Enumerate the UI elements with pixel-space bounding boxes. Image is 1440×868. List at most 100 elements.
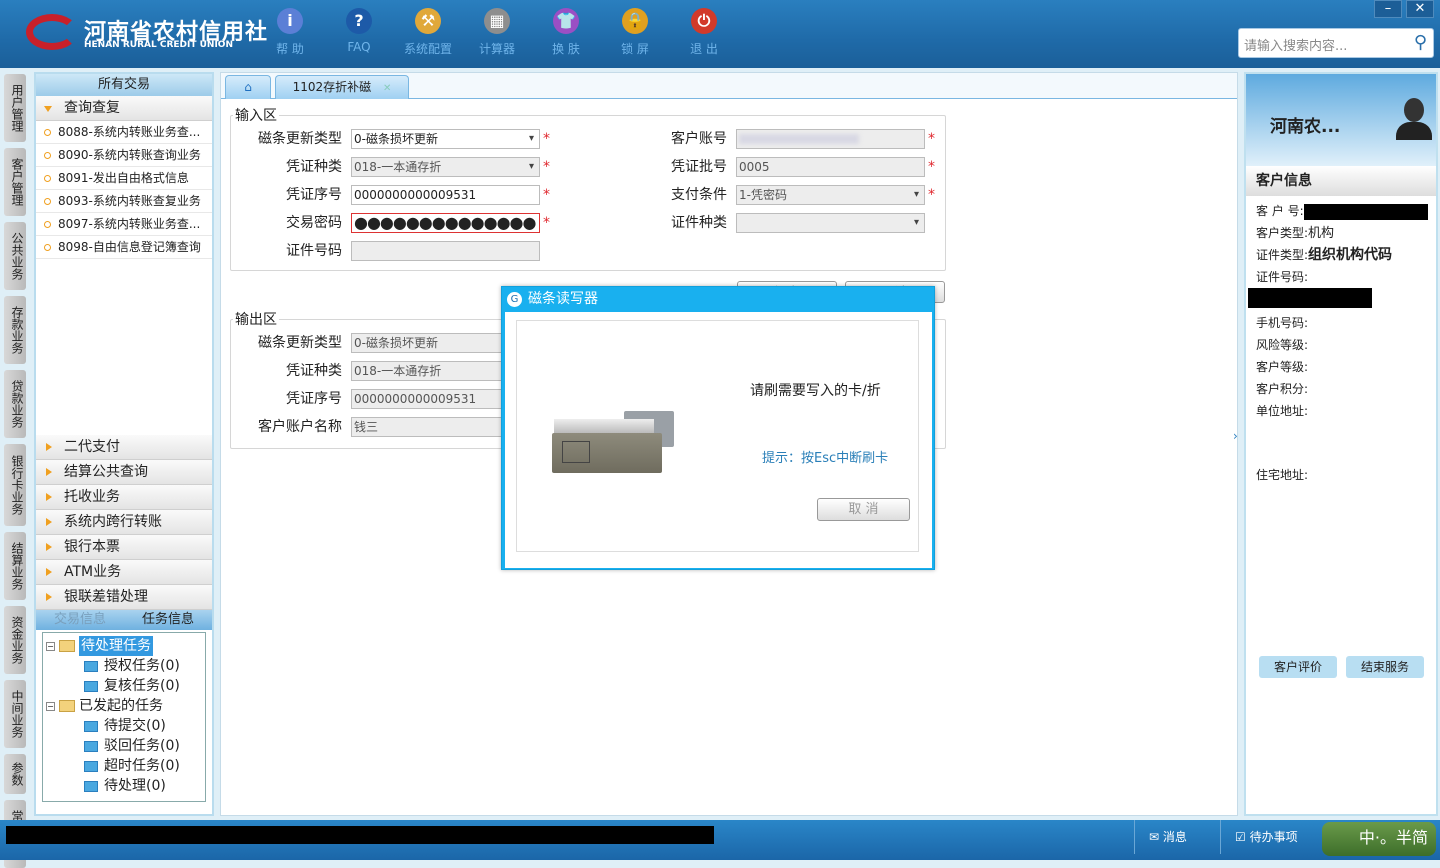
folder-icon: [59, 640, 75, 652]
end-service-button[interactable]: 结束服务: [1346, 656, 1424, 678]
vtab-8[interactable]: 中间业务: [4, 680, 26, 748]
customer-evaluation-button[interactable]: 客户评价: [1259, 656, 1337, 678]
menu-group[interactable]: 银行本票: [36, 535, 212, 560]
messages-button[interactable]: ✉ 消息: [1134, 820, 1224, 854]
tab-1102[interactable]: 1102存折补磁 ✕: [275, 75, 409, 99]
tree-node[interactable]: 复核任务(0): [46, 676, 202, 696]
tree-node[interactable]: 待处理(0): [46, 776, 202, 796]
tree-node[interactable]: 待提交(0): [46, 716, 202, 736]
tree-node[interactable]: − 已发起的任务: [46, 696, 202, 716]
customer-name: 河南农...: [1270, 117, 1341, 137]
toolbar-button-6[interactable]: ⏻ 退 出: [674, 8, 734, 57]
search-icon[interactable]: ⚲: [1414, 32, 1427, 53]
dialog-title: 磁条读写器: [528, 291, 598, 307]
customer-field-label: 客户等级:: [1256, 360, 1309, 374]
status-bar: ✉ 消息 ☑ 待办事项 中·。半简: [0, 820, 1440, 860]
todo-label: 待办事项: [1249, 830, 1298, 844]
menu-item[interactable]: 8097-系统内转账业务查...: [36, 213, 212, 236]
folder-icon: [84, 760, 98, 772]
field-label: 证件种类: [671, 215, 727, 231]
tree-node[interactable]: − 待处理任务: [46, 636, 202, 656]
vtab-1[interactable]: 客户管理: [4, 148, 26, 216]
close-button[interactable]: ✕: [1406, 0, 1434, 18]
tree-node-label: 待处理任务: [79, 636, 153, 656]
avatar-icon: [1396, 98, 1432, 140]
menu-group[interactable]: 托收业务: [36, 485, 212, 510]
tab-label: 1102存折补磁: [292, 80, 372, 94]
tree-node-label: 待提交(0): [104, 718, 166, 734]
folder-icon: [84, 780, 98, 792]
vtab-9[interactable]: 参数: [4, 754, 26, 794]
toolbar-button-1[interactable]: ? FAQ: [329, 8, 389, 54]
blurred-account-number: [739, 134, 859, 144]
toolbar-button-3[interactable]: ▦ 计算器: [467, 8, 527, 57]
toolbar-button-2[interactable]: ⚒ 系统配置: [398, 8, 458, 57]
tree-node-label: 已发起的任务: [79, 698, 163, 714]
required-marker: *: [543, 131, 550, 147]
redacted-status-text: [6, 826, 714, 844]
vtab-4[interactable]: 贷款业务: [4, 370, 26, 438]
field-input[interactable]: ●●●●●●●●●●●●●●: [351, 213, 540, 233]
tree-node[interactable]: 超时任务(0): [46, 756, 202, 776]
folder-icon: [84, 660, 98, 672]
vtab-6[interactable]: 结算业务: [4, 532, 26, 600]
folder-icon: [84, 680, 98, 692]
field-label: 凭证序号: [286, 391, 342, 407]
customer-field: 客户等级:: [1246, 356, 1436, 378]
toolbar-button-5[interactable]: 🔒 锁 屏: [605, 8, 665, 57]
field-label: 支付条件: [671, 187, 727, 203]
customer-field-label: 证件号码:: [1256, 270, 1309, 284]
menu-group-query[interactable]: 查询查复: [36, 96, 212, 121]
toolbar-button-4[interactable]: 👕 换 肤: [536, 8, 596, 57]
menu-item[interactable]: 8088-系统内转账业务查...: [36, 121, 212, 144]
field-input[interactable]: [736, 213, 925, 233]
vtab-0[interactable]: 用户管理: [4, 74, 26, 142]
field-input[interactable]: 1-凭密码: [736, 185, 925, 205]
menu-item[interactable]: 8091-发出自由格式信息: [36, 167, 212, 190]
tab-task-info[interactable]: 任务信息: [124, 610, 212, 630]
dialog-hint: 提示：按Esc中断刷卡: [762, 451, 889, 466]
vtab-2[interactable]: 公共业务: [4, 222, 26, 290]
field-label: 客户账号: [671, 131, 727, 147]
vtab-3[interactable]: 存款业务: [4, 296, 26, 364]
field-input[interactable]: [351, 241, 540, 261]
customer-field-value: 组织机构代码: [1308, 247, 1393, 263]
close-tab-icon[interactable]: ✕: [383, 83, 391, 94]
menu-item[interactable]: 8090-系统内转账查询业务: [36, 144, 212, 167]
customer-field: 客户积分:: [1246, 378, 1436, 400]
toolbar-label: 退 出: [690, 42, 718, 56]
menu-item[interactable]: 8098-自由信息登记簿查询: [36, 236, 212, 259]
customer-field-label: 证件类型:: [1256, 248, 1309, 262]
field-input[interactable]: 0000000000009531: [351, 185, 540, 205]
field-label: 客户账户名称: [258, 419, 342, 435]
tree-node[interactable]: 驳回任务(0): [46, 736, 202, 756]
menu-group[interactable]: 银联差错处理: [36, 585, 212, 610]
field-input[interactable]: 0-磁条损坏更新: [351, 129, 540, 149]
menu-group[interactable]: 二代支付: [36, 435, 212, 460]
app-icon: G: [507, 292, 522, 307]
ime-indicator[interactable]: 中·。半简: [1322, 822, 1436, 856]
logo-subtitle: HENAN RURAL CREDIT UNION: [84, 40, 233, 50]
toolbar-button-0[interactable]: i 帮 助: [260, 8, 320, 57]
minimize-button[interactable]: –: [1374, 0, 1402, 18]
dialog-cancel-button[interactable]: 取 消: [817, 498, 910, 521]
collapse-right-panel-icon[interactable]: ›: [1233, 429, 1238, 443]
menu-group[interactable]: 结算公共查询: [36, 460, 212, 485]
expand-icon[interactable]: −: [46, 641, 55, 651]
tab-home[interactable]: ⌂: [225, 75, 271, 99]
field-input[interactable]: 018-一本通存折: [351, 157, 540, 177]
menu-item[interactable]: 8093-系统内转账查复业务: [36, 190, 212, 213]
menu-group[interactable]: ATM业务: [36, 560, 212, 585]
field-input[interactable]: [736, 129, 925, 149]
vtab-7[interactable]: 资金业务: [4, 606, 26, 674]
tree-node-label: 复核任务(0): [104, 678, 180, 694]
vtab-5[interactable]: 银行卡业务: [4, 444, 26, 526]
field-input[interactable]: 0005: [736, 157, 925, 177]
info-icon: i: [277, 8, 303, 34]
menu-group[interactable]: 系统内跨行转账: [36, 510, 212, 535]
tab-transaction-info[interactable]: 交易信息: [36, 610, 124, 630]
search-input[interactable]: 请输入搜索内容... ⚲: [1238, 28, 1434, 58]
tree-node[interactable]: 授权任务(0): [46, 656, 202, 676]
expand-icon[interactable]: −: [46, 701, 55, 711]
todo-button[interactable]: ☑ 待办事项: [1220, 820, 1320, 854]
